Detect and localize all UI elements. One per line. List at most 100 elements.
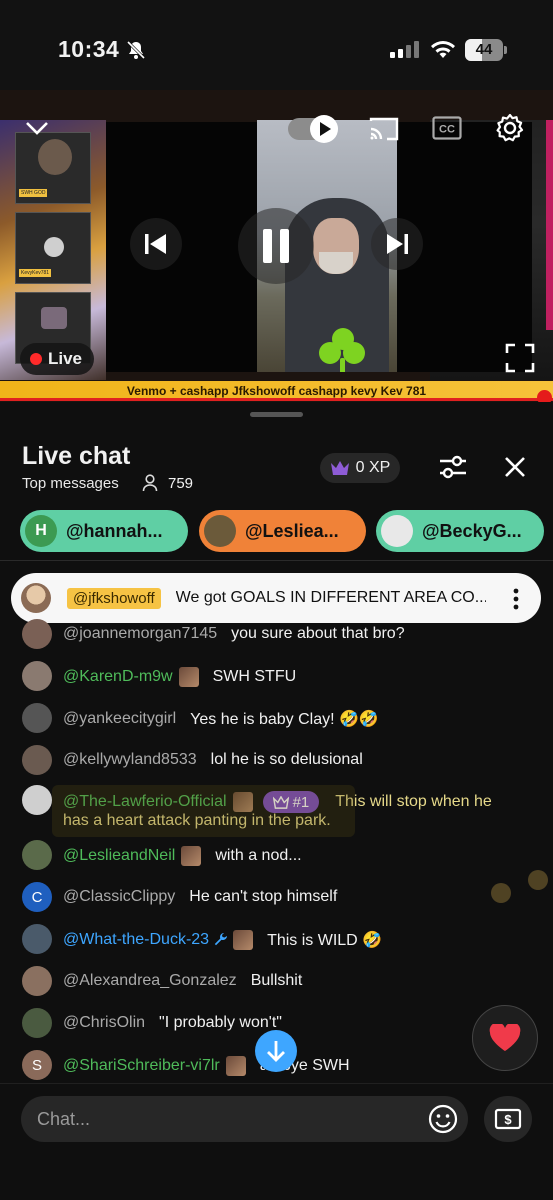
pause-icon[interactable] (238, 208, 314, 284)
message-author[interactable]: @ChrisOlin (63, 1014, 145, 1032)
member-chip[interactable]: H @hannah... (20, 510, 188, 552)
avatar[interactable] (22, 1008, 52, 1038)
next-icon[interactable] (371, 218, 423, 270)
chip-avatar (381, 515, 413, 547)
avatar[interactable] (22, 840, 52, 870)
message-text: This will stop when he (335, 793, 492, 810)
autoplay-toggle[interactable] (288, 115, 338, 143)
chat-message[interactable]: C @ClassicClippy He can't stop himself (20, 882, 540, 914)
avatar[interactable] (22, 924, 52, 954)
message-author[interactable]: @ShariSchreiber-vi7lr (63, 1057, 220, 1075)
message-author[interactable]: @kellywyland8533 (63, 751, 197, 769)
message-author[interactable]: @yankeecitygirl (63, 710, 176, 728)
message-line: @joannemorgan7145 you sure about that bro… (63, 625, 405, 643)
status-time: 10:34 (58, 36, 120, 62)
live-badge: Live (20, 343, 95, 375)
message-line: @ChrisOlin "I probably won't" (63, 1014, 282, 1032)
message-text: "I probably won't" (159, 1014, 282, 1031)
participant-thumbnails: SWH GOD KevyKev781 (15, 132, 91, 368)
viewer-count-value: 759 (168, 474, 194, 492)
gear-icon[interactable] (494, 112, 526, 144)
chat-message[interactable]: @KarenD-m9w SWH STFU (20, 661, 540, 693)
chip-avatar: H (25, 515, 57, 547)
person-icon (142, 474, 158, 492)
heart-icon (489, 1024, 521, 1051)
message-text: lol he is so delusional (210, 751, 363, 768)
money-icon: $ (494, 1108, 522, 1130)
wrench-icon (213, 932, 229, 948)
message-line: @What-the-Duck-23 This is WILD 🤣 (63, 930, 382, 950)
chip-label: @hannah... (66, 520, 163, 541)
chip-label: @BeckyG... (422, 520, 522, 541)
chip-avatar (204, 515, 236, 547)
pinned-message[interactable]: @jfkshowoff We got GOALS IN DIFFERENT AR… (11, 573, 541, 623)
previous-icon[interactable] (130, 218, 182, 270)
message-author[interactable]: @joannemorgan7145 (63, 625, 217, 643)
member-chips: H @hannah... @Lesliea... @BeckyG... (20, 510, 553, 552)
close-icon[interactable] (498, 450, 532, 484)
chat-message[interactable]: @kellywyland8533 lol he is so delusional (20, 745, 540, 777)
participant-thumb: KevyKev781 (15, 212, 91, 284)
message-author[interactable]: @LeslieandNeil (63, 847, 175, 865)
xp-button[interactable]: 0 XP (320, 453, 400, 483)
avatar[interactable] (22, 785, 52, 815)
chat-title: Live chat (22, 442, 131, 470)
avatar[interactable] (22, 745, 52, 775)
super-chat-button[interactable]: $ (484, 1096, 532, 1142)
chat-message[interactable]: @joannemorgan7145 you sure about that bro… (20, 619, 540, 651)
arrow-down-icon (267, 1041, 285, 1062)
avatar[interactable] (22, 661, 52, 691)
wifi-icon (429, 38, 457, 60)
message-line: @LeslieandNeil with a nod... (63, 846, 302, 866)
viewer-count: 759 (142, 474, 193, 492)
message-line: @ShariSchreiber-vi7lr an bye SWH (63, 1056, 350, 1076)
drag-handle[interactable] (250, 412, 303, 417)
message-author[interactable]: @Alexandrea_Gonzalez (63, 972, 237, 990)
chat-message[interactable]: @yankeecitygirl Yes he is baby Clay! 🤣🤣 (20, 703, 540, 735)
svg-text:CC: CC (439, 124, 455, 136)
avatar[interactable] (22, 703, 52, 733)
avatar[interactable]: S (22, 1050, 52, 1080)
message-author[interactable]: @ClassicClippy (63, 888, 175, 906)
pinned-author[interactable]: @jfkshowoff (67, 587, 161, 609)
chat-input[interactable] (21, 1096, 468, 1142)
member-chip[interactable]: @Lesliea... (199, 510, 366, 552)
chat-message[interactable]: @Alexandrea_Gonzalez Bullshit (20, 966, 540, 998)
member-badge-icon (233, 930, 254, 950)
live-dot-icon (30, 353, 42, 365)
shamrock-icon (319, 328, 367, 372)
cc-icon[interactable]: CC (431, 114, 463, 142)
member-chip[interactable]: @BeckyG... (376, 510, 544, 552)
message-line: @yankeecitygirl Yes he is baby Clay! 🤣🤣 (63, 709, 379, 729)
smiley-icon[interactable] (428, 1104, 458, 1134)
chat-message[interactable]: @What-the-Duck-23 This is WILD 🤣 (20, 924, 540, 956)
video-player[interactable]: SWH GOD KevyKev781 CC Live (0, 90, 553, 402)
message-text: This is WILD 🤣 (267, 932, 383, 949)
participant-thumb: SWH GOD (15, 132, 91, 204)
more-vert-icon[interactable] (513, 588, 519, 610)
member-badge-icon (181, 846, 202, 866)
avatar (21, 583, 51, 613)
message-author[interactable]: @KarenD-m9w (63, 668, 173, 686)
live-label: Live (48, 349, 83, 368)
bell-slash-icon (126, 40, 146, 60)
chat-mode-selector[interactable]: Top messages (22, 475, 119, 492)
chat-composer: $ (0, 1083, 553, 1200)
message-author[interactable]: @What-the-Duck-23 (63, 931, 209, 949)
fullscreen-icon[interactable] (504, 342, 536, 374)
reaction-icon (528, 870, 548, 890)
sliders-icon[interactable] (436, 450, 470, 484)
battery-level: 44 (475, 41, 493, 58)
chevron-down-icon[interactable] (22, 116, 52, 140)
xp-label: 0 XP (355, 459, 391, 476)
scroll-to-bottom-button[interactable] (255, 1030, 297, 1072)
highlighted-message (52, 785, 355, 837)
cast-icon[interactable] (367, 114, 401, 144)
chip-label: @Lesliea... (245, 520, 339, 541)
chat-message[interactable]: @LeslieandNeil with a nod... (20, 840, 540, 872)
avatar[interactable] (22, 966, 52, 996)
avatar[interactable]: C (22, 882, 52, 912)
message-text: Yes he is baby Clay! 🤣🤣 (190, 711, 379, 728)
avatar[interactable] (22, 619, 52, 649)
heart-button[interactable] (472, 1005, 538, 1071)
